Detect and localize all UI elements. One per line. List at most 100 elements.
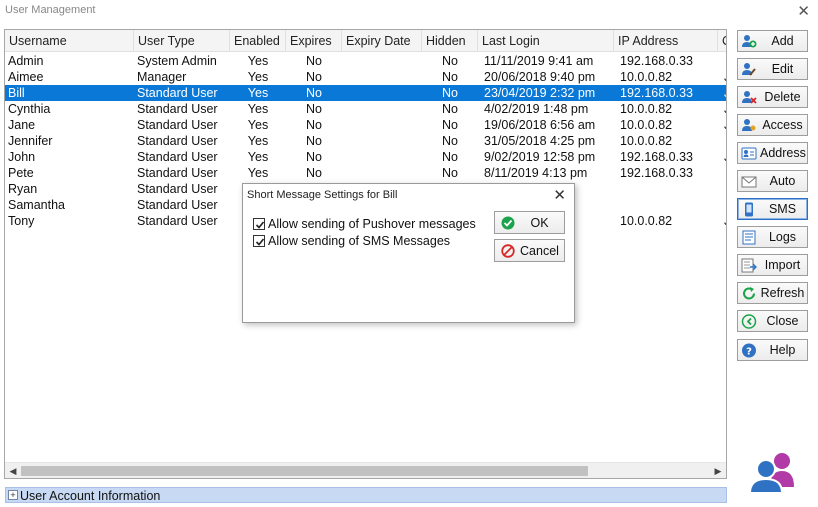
- cell-last-login: 19/06/2018 6:56 am: [484, 118, 596, 132]
- sms-checkbox[interactable]: [253, 235, 265, 247]
- cell-username: Samantha: [8, 198, 65, 212]
- help-button-label: Help: [769, 343, 796, 357]
- cell-last-login: 8/11/2019 4:13 pm: [484, 166, 588, 180]
- cell-last-login: 23/04/2019 2:32 pm: [484, 86, 596, 100]
- window-title: User Management: [5, 4, 96, 16]
- close-button[interactable]: Close: [737, 310, 808, 332]
- checkmark-icon: [255, 221, 265, 229]
- cell-enabled: Yes: [247, 166, 269, 180]
- cell-expires: No: [306, 150, 322, 164]
- cell-hidden: No: [442, 70, 458, 84]
- scroll-thumb[interactable]: [21, 466, 588, 476]
- ok-button-label: OK: [530, 216, 549, 230]
- table-row[interactable]: Jennifer Standard User Yes No No 31/05/2018 4…: [5, 133, 726, 149]
- column-header-expires[interactable]: Expires: [286, 30, 342, 52]
- cell-user-type: Standard User: [137, 150, 218, 164]
- cell-ip-address: 192.168.0.33: [620, 166, 693, 180]
- pushover-checkbox-label: Allow sending of Pushover messages: [268, 217, 476, 231]
- cell-hidden: No: [442, 86, 458, 100]
- help-button[interactable]: ? Help: [737, 339, 808, 361]
- cell-username: Jennifer: [8, 134, 53, 148]
- table-row[interactable]: Aimee Manager Yes No No 20/06/2018 9:40 pm 10.…: [5, 69, 726, 85]
- logs-button[interactable]: Logs: [737, 226, 808, 248]
- cell-ip-address: 192.168.0.33: [620, 54, 693, 68]
- cell-last-login: 4/02/2019 1:48 pm: [484, 102, 589, 116]
- sms-button-label: SMS: [768, 202, 797, 216]
- logs-button-label: Logs: [768, 230, 797, 244]
- cell-expires: No: [306, 118, 322, 132]
- horizontal-scrollbar[interactable]: ◀ ▶: [5, 462, 726, 478]
- table-row[interactable]: Jane Standard User Yes No No 19/06/2018 6:56 …: [5, 117, 726, 133]
- cell-extra: JU: [718, 117, 726, 133]
- delete-button[interactable]: Delete: [737, 86, 808, 108]
- cell-expires: No: [306, 102, 322, 116]
- cell-ip-address: 10.0.0.82: [620, 214, 673, 228]
- table-row[interactable]: Admin System Admin Yes No No 11/11/2019 9:41 …: [5, 53, 726, 69]
- dialog-close-icon[interactable]: ✕: [553, 186, 566, 204]
- cell-hidden: No: [442, 134, 458, 148]
- cell-expires: No: [306, 166, 322, 180]
- grid-header: Username User Type Enabled Expires Expir…: [5, 30, 726, 52]
- cell-expiry-date: [342, 133, 422, 149]
- cancel-button[interactable]: Cancel: [494, 239, 565, 262]
- cell-extra: [718, 181, 726, 197]
- cell-enabled: Yes: [247, 102, 269, 116]
- ok-button[interactable]: OK: [494, 211, 565, 234]
- table-row[interactable]: John Standard User Yes No No 9/02/2019 12:58 …: [5, 149, 726, 165]
- column-header-user-type[interactable]: User Type: [134, 30, 230, 52]
- cell-username: Bill: [8, 86, 25, 100]
- column-header-last-login[interactable]: Last Login: [478, 30, 614, 52]
- column-header-username[interactable]: Username: [5, 30, 134, 52]
- user-account-info-bar[interactable]: + User Account Information: [5, 487, 727, 503]
- cell-expires: No: [306, 70, 322, 84]
- access-button[interactable]: Access: [737, 114, 808, 136]
- cell-username: Aimee: [8, 70, 44, 84]
- edit-button[interactable]: Edit: [737, 58, 808, 80]
- cell-hidden: No: [442, 166, 458, 180]
- cell-ip-address: 10.0.0.82: [620, 70, 673, 84]
- column-header-enabled[interactable]: Enabled: [230, 30, 286, 52]
- column-header-expiry-date[interactable]: Expiry Date: [342, 30, 422, 52]
- cell-ip-address: 192.168.0.33: [620, 86, 693, 100]
- table-row[interactable]: Cynthia Standard User Yes No No 4/02/2019 1:4…: [5, 101, 726, 117]
- cell-ip-address: 10.0.0.82: [620, 118, 673, 132]
- cell-expiry-date: [342, 69, 422, 85]
- import-button-label: Import: [764, 258, 801, 272]
- scroll-right-arrow-icon[interactable]: ▶: [711, 464, 725, 478]
- sms-button[interactable]: SMS: [737, 198, 808, 220]
- cell-last-login: 9/02/2019 12:58 pm: [484, 150, 596, 164]
- cell-extra: [718, 165, 726, 181]
- cell-last-login: 11/11/2019 9:41 am: [484, 54, 594, 68]
- cell-last-login: 20/06/2018 9:40 pm: [484, 70, 596, 84]
- table-row[interactable]: Pete Standard User Yes No No 8/11/2019 4:13 p…: [5, 165, 726, 181]
- user-delete-icon: [741, 90, 757, 105]
- cell-ip-address: [614, 197, 718, 213]
- cell-enabled: Yes: [247, 86, 269, 100]
- column-header-ip-address[interactable]: IP Address: [614, 30, 718, 52]
- auto-button[interactable]: Auto: [737, 170, 808, 192]
- refresh-button[interactable]: Refresh: [737, 282, 808, 304]
- column-header-extra[interactable]: C: [718, 30, 726, 52]
- cell-extra: JU: [718, 69, 726, 85]
- import-button[interactable]: Import: [737, 254, 808, 276]
- pushover-checkbox[interactable]: [253, 218, 265, 230]
- column-header-hidden[interactable]: Hidden: [422, 30, 478, 52]
- cell-hidden: No: [442, 54, 458, 68]
- cell-user-type: System Admin: [137, 54, 217, 68]
- cell-extra: JU: [718, 101, 726, 117]
- title-bar: User Management ✕: [0, 0, 818, 22]
- cell-hidden: No: [442, 102, 458, 116]
- cancel-button-label: Cancel: [520, 244, 559, 258]
- scroll-left-arrow-icon[interactable]: ◀: [6, 464, 20, 478]
- window-close-icon[interactable]: ✕: [797, 2, 810, 20]
- cell-user-type: Manager: [137, 70, 187, 84]
- address-button[interactable]: Address: [737, 142, 808, 164]
- table-row[interactable]: Bill Standard User Yes No No 23/04/2019 2:32 …: [5, 85, 726, 101]
- refresh-button-label: Refresh: [760, 286, 805, 300]
- cell-last-login: 31/05/2018 4:25 pm: [484, 134, 596, 148]
- cell-expiry-date: [342, 101, 422, 117]
- expand-icon[interactable]: +: [8, 490, 18, 500]
- cell-username: Tony: [8, 214, 35, 228]
- add-button[interactable]: Add: [737, 30, 808, 52]
- cell-ip-address: [614, 181, 718, 197]
